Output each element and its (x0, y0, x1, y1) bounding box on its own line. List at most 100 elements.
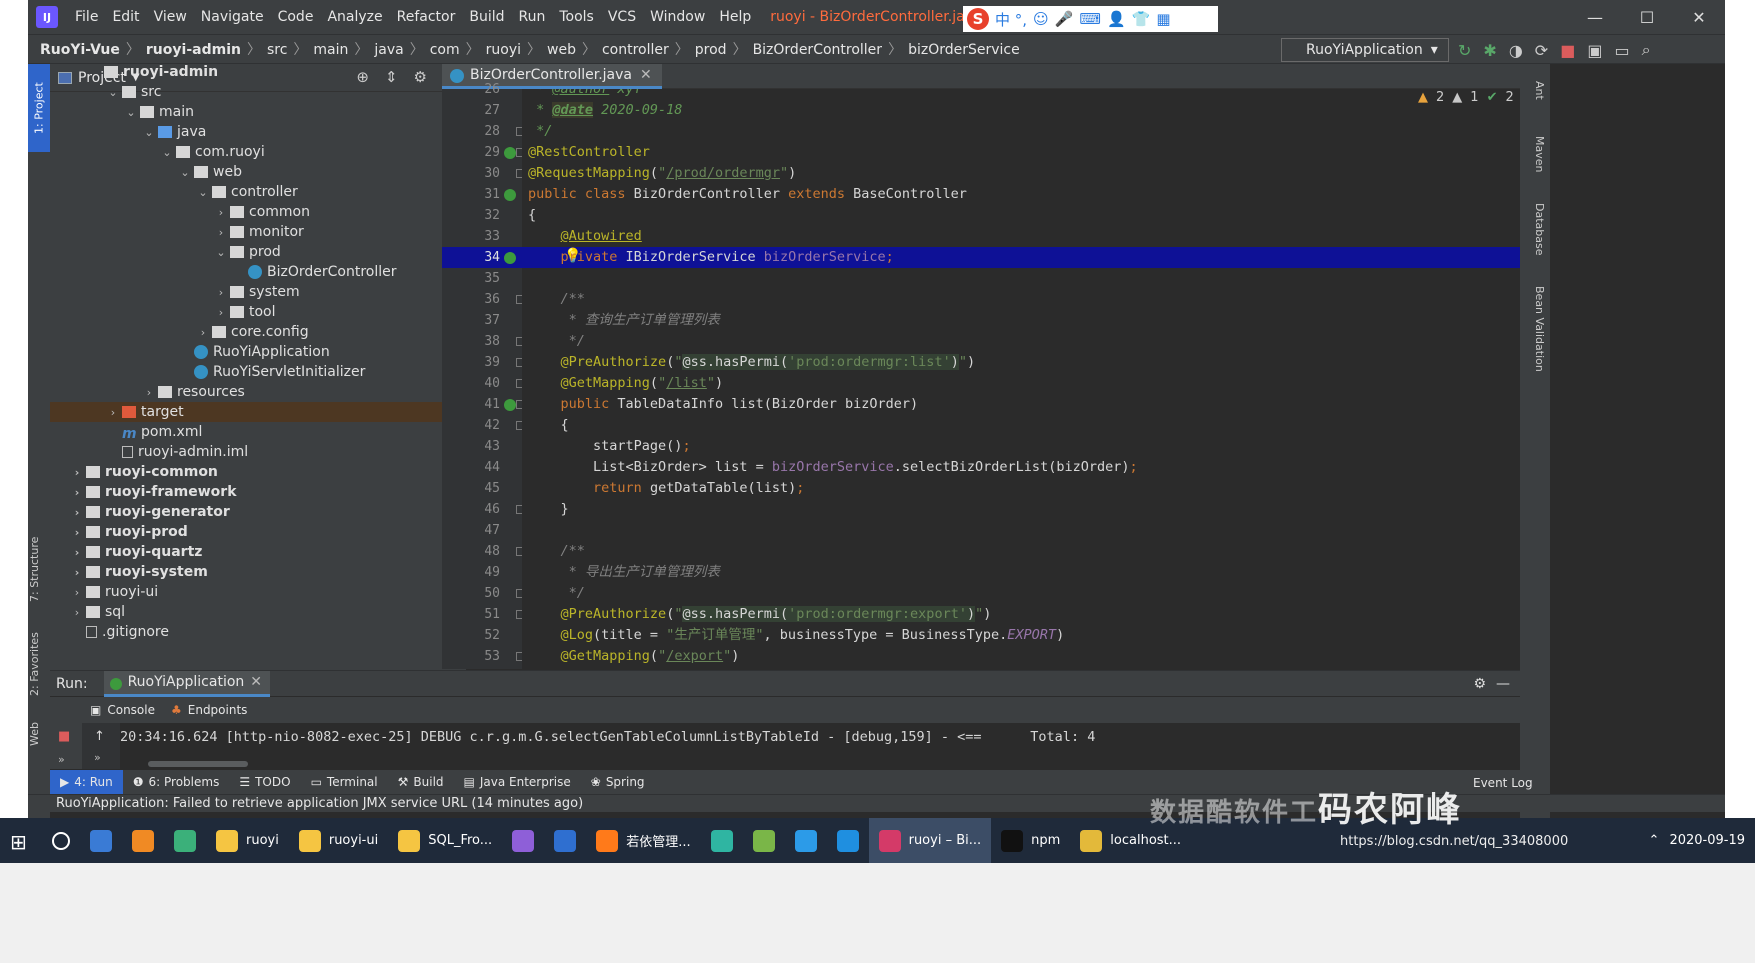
event-log-button[interactable]: Event Log (1473, 776, 1533, 790)
tool-tab-maven[interactable]: Maven (1524, 124, 1546, 184)
chevron-right-icon[interactable]: › (68, 606, 86, 619)
code-line[interactable]: @RequestMapping("/prod/ordermgr") (528, 163, 796, 184)
debug-icon[interactable]: ✱ (1483, 41, 1496, 60)
breadcrumb-item[interactable]: ruoyi (486, 42, 521, 58)
code-line[interactable]: @PreAuthorize("@ss.hasPermi('prod:orderm… (528, 604, 991, 625)
code-line[interactable]: /** (528, 541, 585, 562)
scroll-up-icon[interactable]: ↑ (94, 729, 105, 744)
chevron-down-icon[interactable]: ⌄ (122, 106, 140, 119)
chevron-right-icon[interactable]: › (68, 546, 86, 559)
code-line[interactable]: private IBizOrderService bizOrderService… (528, 247, 894, 268)
tree-item[interactable]: RuoYiServletInitializer (50, 362, 450, 382)
tool-tab-problems[interactable]: ❶ 6: Problems (123, 770, 230, 794)
tool-tab-java-enterprise[interactable]: ▤ Java Enterprise (454, 770, 581, 794)
code-line[interactable]: * 查询生产订单管理列表 (528, 310, 720, 331)
taskbar-item[interactable]: ruoyi-ui (289, 818, 388, 863)
tool-tab-bean-validation[interactable]: Bean Validation (1524, 279, 1546, 379)
chevron-down-icon[interactable]: ⌄ (158, 146, 176, 159)
tree-item[interactable]: ruoyi-admin.iml (50, 442, 450, 462)
layout-icon[interactable]: ▭ (1614, 41, 1629, 60)
tree-item[interactable]: ⌄ prod (50, 242, 450, 262)
tool-tab-project[interactable]: 1: Project (28, 64, 50, 152)
close-icon[interactable]: ✕ (640, 67, 652, 83)
breadcrumb-item[interactable]: bizOrderService (908, 42, 1020, 58)
console-output[interactable]: 20:34:16.624 [http-nio-8082-exec-25] DEB… (120, 723, 1520, 769)
gear-icon[interactable]: ⚙ (1473, 676, 1486, 692)
chevron-right-icon[interactable]: › (140, 386, 158, 399)
taskbar-item[interactable]: ⊞ (0, 818, 42, 863)
code-line[interactable]: * @author xyf (528, 89, 642, 100)
taskbar-item[interactable] (701, 818, 743, 863)
tool-tab-spring[interactable]: ❀ Spring (581, 770, 655, 794)
chevron-right-icon[interactable]: › (212, 226, 230, 239)
breadcrumb-item[interactable]: main (313, 42, 348, 58)
chevron-right-icon[interactable]: › (194, 326, 212, 339)
tree-item[interactable]: › ruoyi-ui (50, 582, 450, 602)
chevron-down-icon[interactable]: ⌄ (194, 186, 212, 199)
ime-toolbar[interactable]: S 中 °, ☺ 🎤 ⌨ 👤 👕 ▦ (963, 6, 1218, 32)
chevron-right-icon[interactable]: › (212, 286, 230, 299)
taskbar-item[interactable]: npm (991, 818, 1070, 863)
code-line[interactable]: * @date 2020-09-18 (528, 100, 682, 121)
chevron-right-icon[interactable]: › (68, 486, 86, 499)
tool-tab-structure[interactable]: 7: Structure (28, 524, 50, 614)
coverage-icon[interactable]: ◑ (1509, 41, 1523, 60)
code-line[interactable]: @PreAuthorize("@ss.hasPermi('prod:orderm… (528, 352, 975, 373)
tree-item[interactable]: ⌄ controller (50, 182, 450, 202)
chevron-down-icon[interactable]: ⌄ (176, 166, 194, 179)
run-configuration-select[interactable]: RuoYiApplication ▾ (1281, 38, 1449, 62)
breadcrumb-item[interactable]: prod (695, 42, 727, 58)
code-line[interactable]: */ (528, 331, 585, 352)
chevron-right-icon[interactable]: › (68, 586, 86, 599)
breadcrumb-item[interactable]: controller (602, 42, 669, 58)
tree-item[interactable]: › tool (50, 302, 450, 322)
menu-run[interactable]: Run (512, 9, 553, 25)
taskbar-item[interactable] (80, 818, 122, 863)
tree-item[interactable]: m pom.xml (50, 422, 450, 442)
close-icon[interactable]: ✕ (250, 674, 262, 690)
breadcrumb-item[interactable]: src (267, 42, 287, 58)
sogou-icon[interactable]: S (967, 8, 989, 30)
code-line[interactable]: */ (528, 583, 585, 604)
menu-view[interactable]: View (147, 9, 194, 25)
project-structure-icon[interactable]: ▣ (1587, 41, 1602, 60)
chevron-right-icon[interactable]: › (104, 406, 122, 419)
code-line[interactable]: @GetMapping("/export") (528, 646, 740, 667)
keyboard-icon[interactable]: ⌨ (1079, 10, 1101, 28)
menu-window[interactable]: Window (643, 9, 712, 25)
chevron-up-icon[interactable]: ⌃ (1649, 833, 1660, 848)
menu-refactor[interactable]: Refactor (390, 9, 463, 25)
code-line[interactable]: return getDataTable(list); (528, 478, 804, 499)
menu-help[interactable]: Help (712, 9, 758, 25)
status-message[interactable]: RuoYiApplication: Failed to retrieve app… (56, 796, 583, 811)
microphone-icon[interactable]: 🎤 (1055, 10, 1074, 28)
taskbar-item[interactable] (164, 818, 206, 863)
breadcrumb-item[interactable]: BizOrderController (753, 42, 883, 58)
tree-item[interactable]: ⌄ main (50, 102, 450, 122)
stop-icon[interactable]: ■ (58, 729, 70, 744)
endpoints-tab[interactable]: ♣ Endpoints (171, 703, 247, 717)
code-line[interactable]: @GetMapping("/list") (528, 373, 724, 394)
grid-icon[interactable]: ▦ (1156, 10, 1170, 28)
taskbar-item[interactable] (42, 818, 80, 863)
chevron-right-icon[interactable]: › (212, 206, 230, 219)
breadcrumb-item[interactable]: RuoYi-Vue (40, 42, 120, 58)
console-tab[interactable]: ▣ Console (90, 703, 155, 717)
spring-bean-gutter-icon[interactable] (504, 399, 516, 411)
minimize-button[interactable]: — (1569, 8, 1621, 27)
shirt-icon[interactable]: 👕 (1132, 10, 1151, 28)
breadcrumb-item[interactable]: ruoyi-admin (146, 42, 241, 58)
code-line[interactable]: startPage(); (528, 436, 691, 457)
tree-item[interactable]: › ruoyi-generator (50, 502, 450, 522)
code-line[interactable]: } (528, 499, 569, 520)
taskbar-item[interactable] (122, 818, 164, 863)
chevron-right-icon[interactable]: › (212, 306, 230, 319)
tree-item[interactable]: › resources (50, 382, 450, 402)
tool-tab-todo[interactable]: ☰ TODO (229, 770, 300, 794)
breadcrumb-item[interactable]: web (547, 42, 576, 58)
tree-item[interactable]: › ruoyi-prod (50, 522, 450, 542)
tree-item[interactable]: › target (50, 402, 450, 422)
menu-build[interactable]: Build (462, 9, 511, 25)
tool-tab-ant[interactable]: Ant (1524, 70, 1546, 110)
code-line[interactable]: @Log(title = "生产订单管理", businessType = Bu… (528, 625, 1065, 646)
